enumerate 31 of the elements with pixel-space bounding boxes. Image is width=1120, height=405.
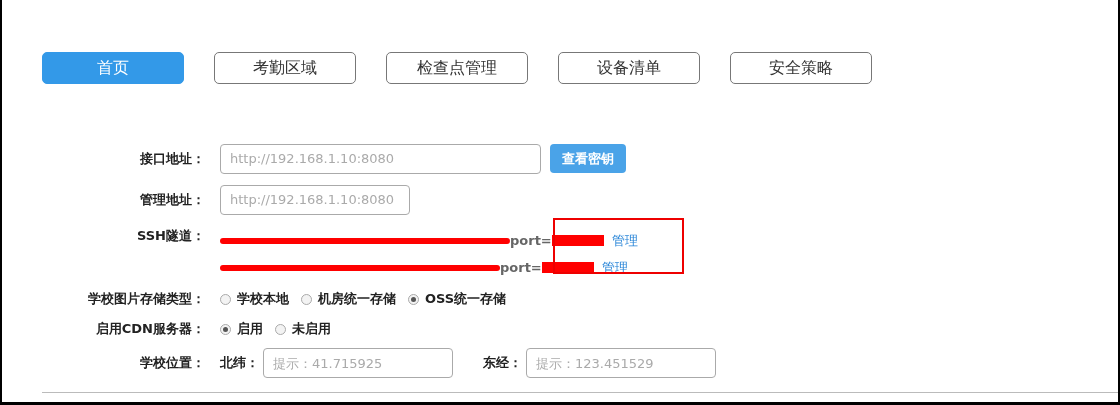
tab[interactable]: 检查点管理: [386, 52, 528, 84]
field-label: 启用CDN服务器：: [94, 320, 205, 338]
radio-label: 未启用: [292, 320, 331, 338]
redaction-mark: [551, 235, 604, 246]
tab[interactable]: 安全策略: [730, 52, 872, 84]
text-field[interactable]: http://192.168.1.10:8080: [220, 143, 541, 174]
radio-button[interactable]: [275, 323, 286, 335]
redaction-mark: [541, 262, 594, 273]
field-label: 东经：: [483, 354, 522, 372]
port-label: port=: [500, 260, 542, 275]
text-field[interactable]: 提示：123.451529: [526, 348, 716, 378]
radio-button[interactable]: [220, 293, 231, 305]
field-label: 管理地址：: [139, 190, 205, 209]
field-label: 接口地址：: [139, 149, 205, 168]
radio-button[interactable]: [301, 293, 312, 305]
field-label: 学校位置：: [139, 354, 205, 372]
field-label: 学校图片存储类型：: [87, 290, 205, 308]
radio-label: 学校本地: [237, 290, 289, 308]
field-label: 北纬：: [220, 354, 259, 372]
radio-label: 启用: [237, 320, 263, 338]
text-field[interactable]: 提示：41.715925: [263, 348, 453, 378]
radio-label: 机房统一存储: [318, 290, 396, 308]
radio-button[interactable]: [408, 293, 419, 305]
tab[interactable]: 设备清单: [558, 52, 700, 84]
manage-link[interactable]: 管理: [611, 231, 638, 250]
text-field[interactable]: http://192.168.1.10:8080: [220, 184, 410, 215]
field-label: SSH隧道：: [135, 227, 205, 245]
tab[interactable]: 考勤区域: [214, 52, 356, 84]
radio-label: OSS统一存储: [425, 290, 507, 308]
radio-button[interactable]: [220, 323, 231, 335]
port-label: port=: [510, 233, 552, 248]
